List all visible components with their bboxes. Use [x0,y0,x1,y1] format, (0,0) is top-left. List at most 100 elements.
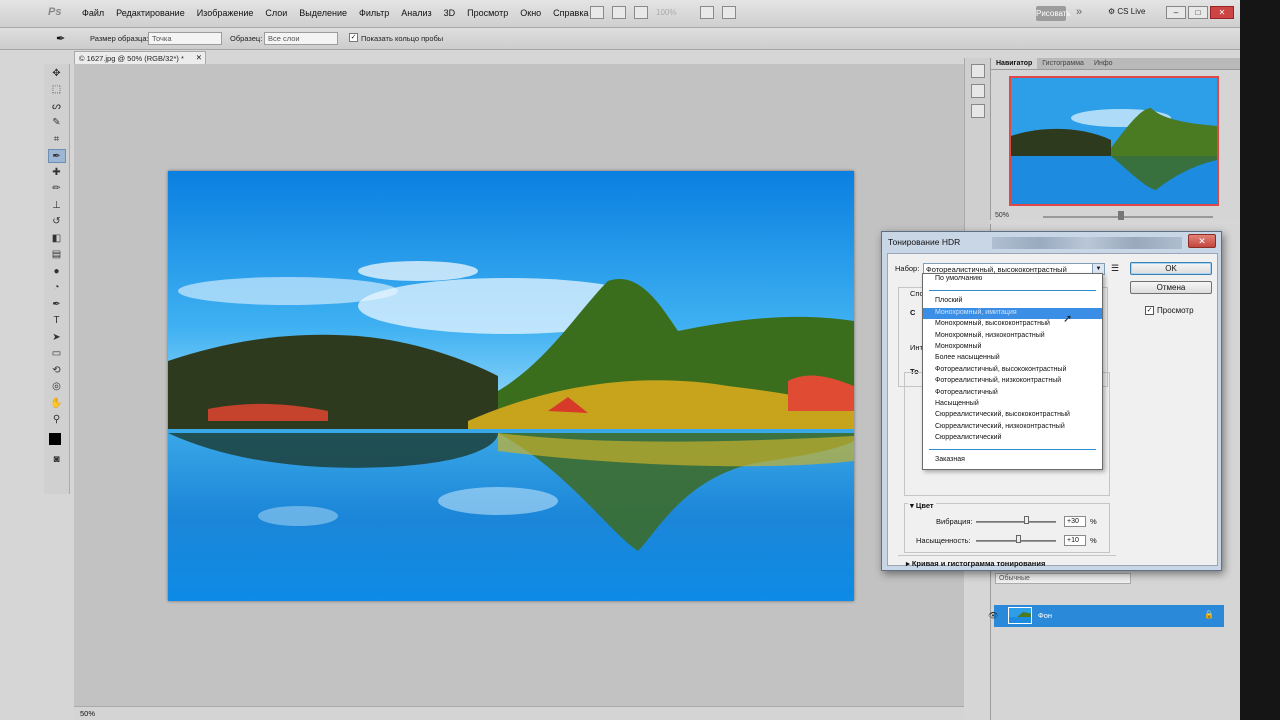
tool-presets-icon[interactable] [970,104,985,118]
preset-option[interactable]: Монохромный [923,342,1102,353]
path-select-icon[interactable]: ➤ [48,331,66,345]
vibrance-slider[interactable] [976,521,1056,523]
saturation-field[interactable]: +10 [1064,535,1086,546]
cs-live-button[interactable]: ⚙ CS Live [1108,7,1145,16]
lasso-tool-icon[interactable]: ᔕ [48,100,66,114]
preset-option[interactable]: Монохромный, высококонтрастный [923,319,1102,330]
arrange-documents-icon[interactable] [700,6,714,19]
menu-3d[interactable]: 3D [438,8,462,18]
clone-stamp-icon[interactable]: ⊥ [48,199,66,213]
pen-tool-icon[interactable]: ✒ [48,298,66,312]
menu-window[interactable]: Окно [514,8,547,18]
tab-info[interactable]: Инфо [1089,58,1118,69]
saturation-knob[interactable] [1016,535,1021,543]
quick-select-tool-icon[interactable]: ✎ [48,116,66,130]
healing-brush-icon[interactable]: ✚ [48,166,66,180]
more-workspaces-icon[interactable]: » [1076,6,1082,18]
blend-mode-select[interactable]: Обычные [995,573,1131,584]
preset-option[interactable]: Фотореалистичный, высококонтрастный [923,365,1102,376]
history-brush-icon[interactable]: ↺ [48,215,66,229]
history-panel-icon[interactable] [970,64,985,78]
menu-file[interactable]: Файл [76,8,110,18]
preset-option[interactable]: Сюрреалистический, низкоконтрастный [923,422,1102,433]
menu-layers[interactable]: Слои [259,8,293,18]
dodge-tool-icon[interactable]: ◔ [48,281,66,295]
minimize-button[interactable]: – [1166,6,1186,19]
preset-option[interactable]: Фотореалистичный, низкоконтрастный [923,376,1102,387]
sample-size-select[interactable]: Точка [148,32,222,45]
3d-orbit-icon[interactable]: ◎ [48,380,66,394]
menu-edit[interactable]: Редактирование [110,8,191,18]
saturation-percent: % [1090,536,1097,545]
tab-histogram[interactable]: Гистограмма [1037,58,1089,69]
eyedropper-icon[interactable]: ✒ [56,32,65,45]
zoom-tool-icon[interactable]: ⚲ [48,413,66,427]
cancel-button[interactable]: Отмена [1130,281,1212,294]
menu-select[interactable]: Выделение [293,8,353,18]
preset-option[interactable]: Сюрреалистический [923,433,1102,444]
preset-option[interactable]: Сюрреалистический, высококонтрастный [923,410,1102,421]
preset-option[interactable]: Заказная [923,455,1102,466]
preset-option-highlighted[interactable]: Монохромный, имитация [923,307,1102,320]
preset-option[interactable]: Плоский [923,296,1102,307]
navigator-zoom-slider[interactable] [1043,216,1213,218]
document-image[interactable] [168,171,854,601]
sample-layers-select[interactable]: Все слои [264,32,338,45]
launch-bridge-icon[interactable] [590,6,604,19]
ok-button[interactable]: OK [1130,262,1212,275]
preset-options-icon[interactable]: ☰ [1111,263,1119,274]
preview-label: Просмотр [1157,306,1194,315]
tab-navigator[interactable]: Навигатор [991,58,1038,69]
close-document-icon[interactable]: ✕ [196,53,202,62]
vibrance-field[interactable]: +30 [1064,516,1086,527]
preset-option[interactable]: Насыщенный [923,399,1102,410]
preview-checkbox[interactable]: ✓ [1145,306,1154,315]
crop-tool-icon[interactable]: ⌗ [48,133,66,147]
3d-rotate-icon[interactable]: ⟲ [48,364,66,378]
quick-mask-icon[interactable]: ◙ [48,453,66,467]
workspace-button[interactable]: Рисовать [1036,6,1071,21]
eraser-tool-icon[interactable]: ◧ [48,232,66,246]
type-tool-icon[interactable]: T [48,314,66,328]
preset-option[interactable]: Более насыщенный [923,353,1102,364]
blur-tool-icon[interactable]: ● [48,265,66,279]
document-tab[interactable]: © 1627.jpg @ 50% (RGB/32*) * ✕ [74,51,206,64]
view-extras-icon[interactable] [634,6,648,19]
navigator-thumbnail[interactable] [1009,76,1219,206]
curve-section[interactable]: ▸ Кривая и гистограмма тонирования [906,559,1045,568]
preset-option[interactable]: Фотореалистичный [923,388,1102,399]
eyedropper-tool-icon[interactable]: ✒ [47,149,66,163]
cs-live-label: CS Live [1117,7,1146,16]
status-zoom[interactable]: 50% [80,709,95,718]
menubar-tools: 100% [590,6,736,19]
marquee-tool-icon[interactable]: ⬚ [48,83,66,97]
hand-tool-icon[interactable]: ✋ [48,397,66,411]
maximize-button[interactable]: □ [1188,6,1208,19]
zoom-level[interactable]: 100% [656,8,692,17]
foreground-color-swatch[interactable] [49,433,61,445]
show-ring-checkbox[interactable]: ✓ [349,33,358,42]
gradient-tool-icon[interactable]: ▤ [48,248,66,262]
actions-panel-icon[interactable] [970,84,985,98]
menu-image[interactable]: Изображение [191,8,260,18]
menu-filter[interactable]: Фильтр [353,8,395,18]
mini-bridge-icon[interactable] [612,6,626,19]
navigator-zoom-knob[interactable] [1118,211,1124,220]
preset-option[interactable]: По умолчанию [923,274,1102,285]
preset-option[interactable]: Монохромный, низкоконтрастный [923,331,1102,342]
dialog-close-button[interactable]: ✕ [1188,234,1216,248]
layer-visibility-icon[interactable]: 👁 [988,611,998,620]
menu-analysis[interactable]: Анализ [395,8,437,18]
color-section-label: ▾ Цвет [908,501,936,510]
menu-view[interactable]: Просмотр [461,8,514,18]
vibrance-label: Вибрация: [936,517,973,526]
close-button[interactable]: ✕ [1210,6,1234,19]
vibrance-knob[interactable] [1024,516,1029,524]
layer-row[interactable]: 👁 Фон 🔒 [988,605,1224,627]
navigator-zoom[interactable]: 50% [995,212,1009,219]
brush-tool-icon[interactable]: ✏ [48,182,66,196]
shape-tool-icon[interactable]: ▭ [48,347,66,361]
move-tool-icon[interactable]: ✥ [48,67,66,81]
menu-help[interactable]: Справка [547,8,594,18]
screen-mode-icon[interactable] [722,6,736,19]
